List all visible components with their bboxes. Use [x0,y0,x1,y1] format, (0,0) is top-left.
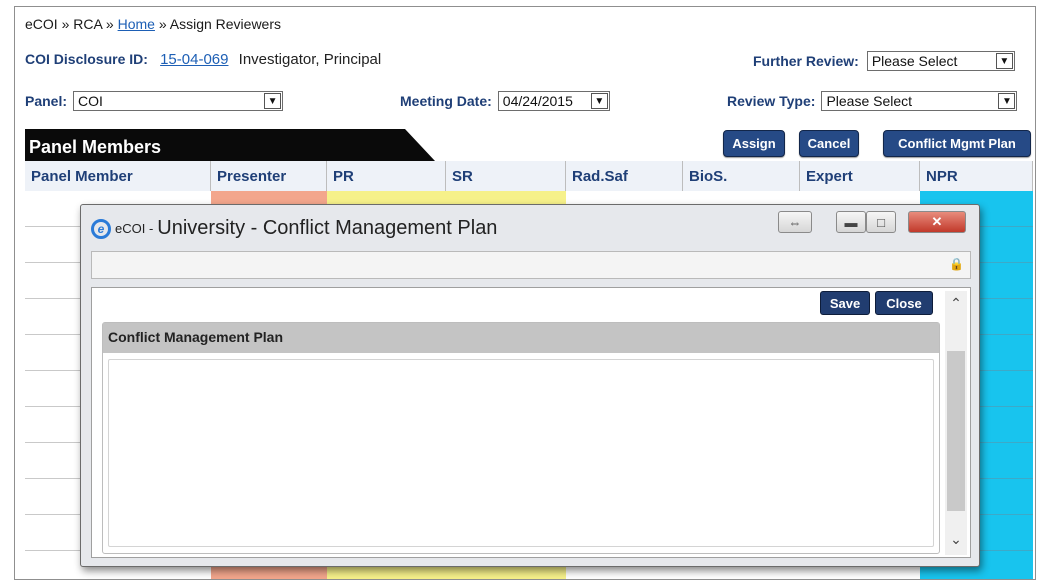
meeting-date-field: Meeting Date: 04/24/2015 ▼ [400,91,610,111]
conflict-plan-dialog: e eCOI - University - Conflict Managemen… [80,204,980,567]
conflict-plan-section-title: Conflict Management Plan [103,323,939,353]
further-review-field: Further Review: Please Select ▼ [753,51,1015,71]
col-expert: Expert [800,161,920,191]
breadcrumb: eCOI » RCA » Home » Assign Reviewers [25,16,281,32]
chevron-down-icon: ▼ [590,93,608,109]
panel-members-header: Panel Members [25,129,435,161]
breadcrumb-home-link[interactable]: Home [118,16,155,32]
meeting-date-label: Meeting Date: [400,93,492,109]
dialog-app-name: eCOI - [115,221,154,236]
dialog-title-bar: e eCOI - University - Conflict Managemen… [91,217,497,240]
scroll-down-icon[interactable]: ⌄ [945,531,967,548]
address-bar[interactable]: 🔒 [91,251,971,279]
minimize-icon[interactable]: ▬ [836,211,866,233]
conflict-plan-textarea[interactable] [108,359,934,547]
disclosure-id-link[interactable]: 15-04-069 [160,51,228,68]
maximize-icon[interactable]: □ [866,211,896,233]
close-button[interactable]: Close [875,291,933,315]
col-bios: BioS. [683,161,800,191]
panel-select[interactable]: COI ▼ [73,91,284,111]
col-pr: PR [327,161,446,191]
chevron-down-icon: ▼ [998,93,1016,109]
close-icon[interactable]: ✕ [908,211,966,233]
review-type-value: Please Select [826,93,913,109]
col-npr: NPR [920,161,1033,191]
dialog-title: University - Conflict Management Plan [157,217,498,239]
investigator-name: Investigator, Principal [238,51,382,68]
further-review-label: Further Review: [753,53,859,69]
review-type-select[interactable]: Please Select ▼ [821,91,1018,111]
disclosure-id-label: COI Disclosure ID: [25,51,148,67]
col-sr: SR [446,161,566,191]
panel-label: Panel: [25,93,68,109]
cancel-button[interactable]: Cancel [799,130,859,157]
disclosure-row: COI Disclosure ID: 15-04-069 Investigato… [25,51,381,68]
dialog-scrollbar[interactable]: ⌃ ⌄ [945,291,967,555]
breadcrumb-prefix: eCOI » RCA » [25,16,114,32]
meeting-date-value: 04/24/2015 [502,93,573,109]
breadcrumb-current: » Assign Reviewers [158,16,282,32]
panel-field: Panel: COI ▼ [25,91,284,111]
resize-icon[interactable]: ⇔ [778,211,812,233]
scrollbar-thumb[interactable] [947,351,965,511]
meeting-date-select[interactable]: 04/24/2015 ▼ [497,91,610,111]
conflict-plan-section: Conflict Management Plan [102,322,940,554]
table-header: Panel Member Presenter PR SR Rad.Saf Bio… [25,161,1033,191]
further-review-value: Please Select [871,53,958,69]
further-review-select[interactable]: Please Select ▼ [866,51,1015,71]
review-type-field: Review Type: Please Select ▼ [727,91,1018,111]
chevron-down-icon: ▼ [264,93,282,109]
conflict-mgmt-plan-button[interactable]: Conflict Mgmt Plan [883,130,1031,157]
scroll-up-icon[interactable]: ⌃ [945,295,967,312]
col-presenter: Presenter [211,161,327,191]
browser-icon: e [91,218,111,239]
save-button[interactable]: Save [820,291,870,315]
col-rad-saf: Rad.Saf [566,161,683,191]
col-panel-member: Panel Member [25,161,211,191]
chevron-down-icon: ▼ [995,53,1013,69]
panel-value: COI [78,93,103,109]
assign-button[interactable]: Assign [723,130,785,157]
dialog-content: Save Close Conflict Management Plan ⌃ ⌄ [91,287,971,558]
lock-icon: 🔒 [949,257,964,271]
filters-row: Panel: COI ▼ Meeting Date: 04/24/2015 ▼ … [25,91,1029,113]
review-type-label: Review Type: [727,93,816,109]
